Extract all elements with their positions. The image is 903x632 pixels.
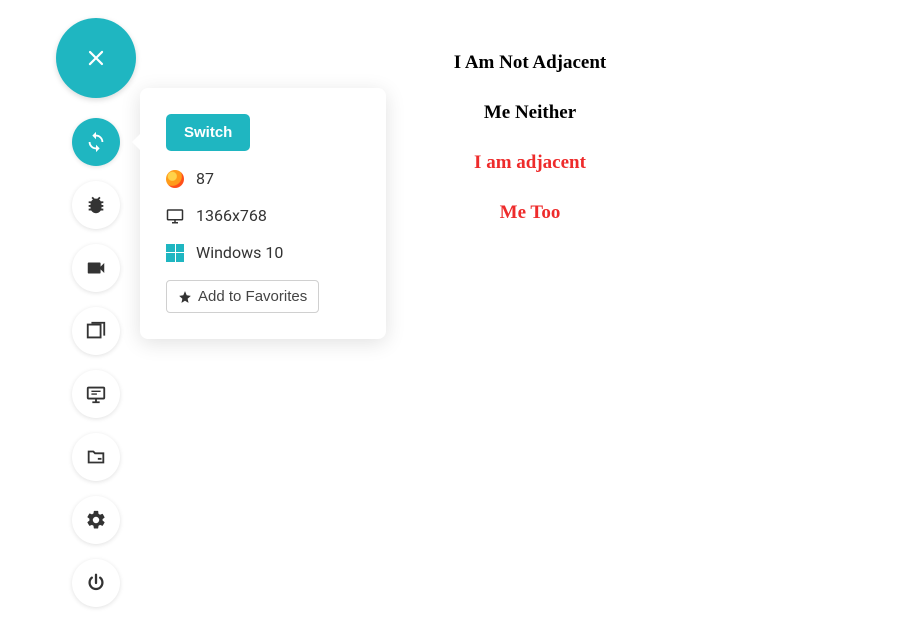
browser-info-row: 87 — [166, 169, 360, 188]
bug-icon — [85, 194, 107, 216]
layers-icon — [85, 320, 107, 342]
folder-icon — [85, 446, 107, 468]
content-line-3: I am adjacent — [430, 152, 630, 174]
environment-info-list: 87 1366x768 Windows 10 — [166, 169, 360, 262]
switch-environment-button[interactable] — [72, 118, 120, 166]
display-icon — [85, 383, 107, 405]
power-button[interactable] — [72, 559, 120, 607]
resolution-info-row: 1366x768 — [166, 206, 360, 225]
monitor-icon — [166, 207, 184, 225]
video-icon — [85, 257, 107, 279]
browser-version-value: 87 — [196, 169, 214, 188]
video-record-button[interactable] — [72, 244, 120, 292]
os-value: Windows 10 — [196, 243, 283, 262]
content-line-4: Me Too — [430, 202, 630, 224]
content-line-1: I Am Not Adjacent — [430, 52, 630, 74]
close-button[interactable] — [56, 18, 136, 98]
os-info-row: Windows 10 — [166, 243, 360, 262]
bug-report-button[interactable] — [72, 181, 120, 229]
add-to-favorites-label: Add to Favorites — [198, 288, 307, 305]
settings-button[interactable] — [72, 496, 120, 544]
files-button[interactable] — [72, 433, 120, 481]
demo-content: I Am Not Adjacent Me Neither I am adjace… — [430, 52, 630, 252]
windows-icon — [166, 244, 184, 262]
sync-icon — [85, 131, 107, 153]
power-icon — [85, 572, 107, 594]
content-line-2: Me Neither — [430, 102, 630, 124]
sidebar — [72, 118, 120, 607]
star-icon — [178, 290, 192, 304]
screenshot-button[interactable] — [72, 307, 120, 355]
switch-button[interactable]: Switch — [166, 114, 250, 151]
resolution-value: 1366x768 — [196, 206, 267, 225]
switch-popover: Switch 87 1366x768 Windows 10 Add to Fav… — [140, 88, 386, 339]
close-icon — [83, 45, 109, 71]
firefox-icon — [166, 170, 184, 188]
gear-icon — [85, 509, 107, 531]
resolution-button[interactable] — [72, 370, 120, 418]
add-to-favorites-button[interactable]: Add to Favorites — [166, 280, 319, 313]
